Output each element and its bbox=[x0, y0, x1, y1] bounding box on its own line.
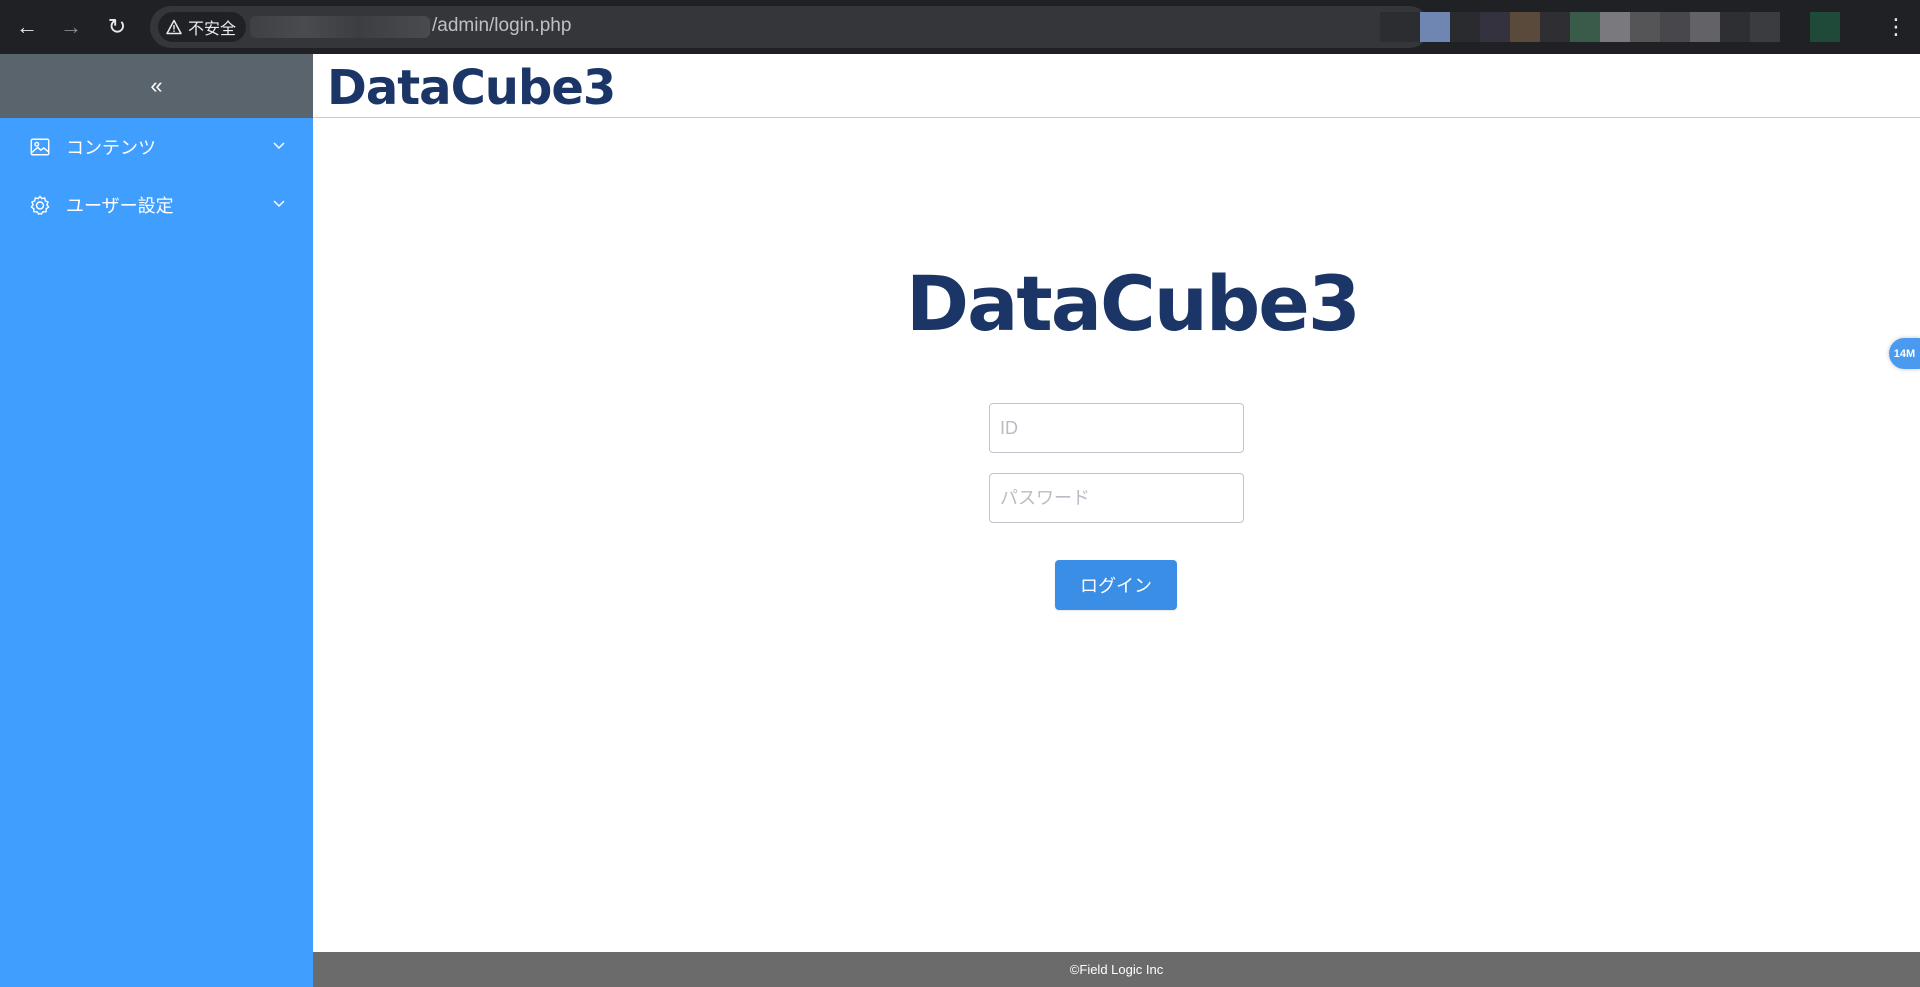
header-logo[interactable]: DataCube3 bbox=[327, 62, 616, 114]
app-header: DataCube3 bbox=[313, 54, 1920, 118]
password-input[interactable] bbox=[989, 473, 1244, 523]
extension-slot[interactable] bbox=[1660, 12, 1690, 42]
extension-slot[interactable] bbox=[1750, 12, 1780, 42]
extension-slot[interactable] bbox=[1810, 12, 1840, 42]
double-chevron-left-icon: « bbox=[150, 73, 163, 98]
reload-button[interactable]: ↻ bbox=[98, 8, 136, 46]
extension-slot[interactable] bbox=[1780, 12, 1810, 42]
extension-slot[interactable] bbox=[1510, 12, 1540, 42]
extension-slot[interactable] bbox=[1720, 12, 1750, 42]
url-path: /admin/login.php bbox=[432, 15, 572, 36]
sidebar-collapse-button[interactable]: « bbox=[0, 54, 313, 118]
login-panel: DataCube3 ログイン bbox=[313, 118, 1920, 952]
image-icon bbox=[28, 135, 52, 159]
sidebar-item-contents[interactable]: コンテンツ bbox=[0, 118, 313, 176]
sidebar-item-user-settings[interactable]: ユーザー設定 bbox=[0, 176, 313, 234]
sidebar: « コンテンツ ユーザー設定 bbox=[0, 54, 313, 987]
extension-slot[interactable] bbox=[1630, 12, 1660, 42]
copyright-text: ©Field Logic Inc bbox=[1069, 962, 1164, 977]
browser-toolbar: ← → ↻ 不安全 /admin/login.php ⋮ bbox=[0, 0, 1920, 54]
gear-icon bbox=[28, 193, 52, 217]
login-button[interactable]: ログイン bbox=[1055, 560, 1177, 610]
extension-slot[interactable] bbox=[1570, 12, 1600, 42]
footer: ©Field Logic Inc bbox=[313, 952, 1920, 987]
arrow-left-icon: ← bbox=[16, 14, 38, 39]
extension-slot[interactable] bbox=[1690, 12, 1720, 42]
id-input[interactable] bbox=[989, 403, 1244, 453]
arrow-right-icon: → bbox=[60, 14, 82, 39]
floating-extension-badge[interactable]: 14M bbox=[1889, 338, 1920, 369]
address-bar[interactable]: 不安全 /admin/login.php bbox=[150, 6, 1430, 48]
sidebar-item-label: コンテンツ bbox=[66, 138, 156, 158]
extensions-area bbox=[1380, 8, 1860, 46]
back-button[interactable]: ← bbox=[8, 8, 46, 46]
security-chip[interactable]: 不安全 bbox=[158, 12, 247, 42]
chevron-down-icon bbox=[271, 137, 287, 153]
login-logo: DataCube3 bbox=[906, 259, 1361, 348]
more-vertical-icon: ⋮ bbox=[1885, 14, 1907, 39]
extension-slot[interactable] bbox=[1480, 12, 1510, 42]
extension-slot[interactable] bbox=[1420, 12, 1450, 42]
extension-slot[interactable] bbox=[1380, 12, 1420, 42]
sidebar-item-label: ユーザー設定 bbox=[66, 196, 174, 216]
extension-slot[interactable] bbox=[1540, 12, 1570, 42]
extension-slot[interactable] bbox=[1450, 12, 1480, 42]
extension-slot[interactable] bbox=[1600, 12, 1630, 42]
warning-icon bbox=[166, 19, 182, 35]
reload-icon: ↻ bbox=[107, 14, 127, 39]
url-host-redacted bbox=[250, 16, 430, 38]
security-label: 不安全 bbox=[188, 21, 237, 38]
browser-menu-button[interactable]: ⋮ bbox=[1880, 8, 1912, 46]
chevron-down-icon bbox=[271, 195, 287, 211]
forward-button[interactable]: → bbox=[52, 8, 90, 46]
